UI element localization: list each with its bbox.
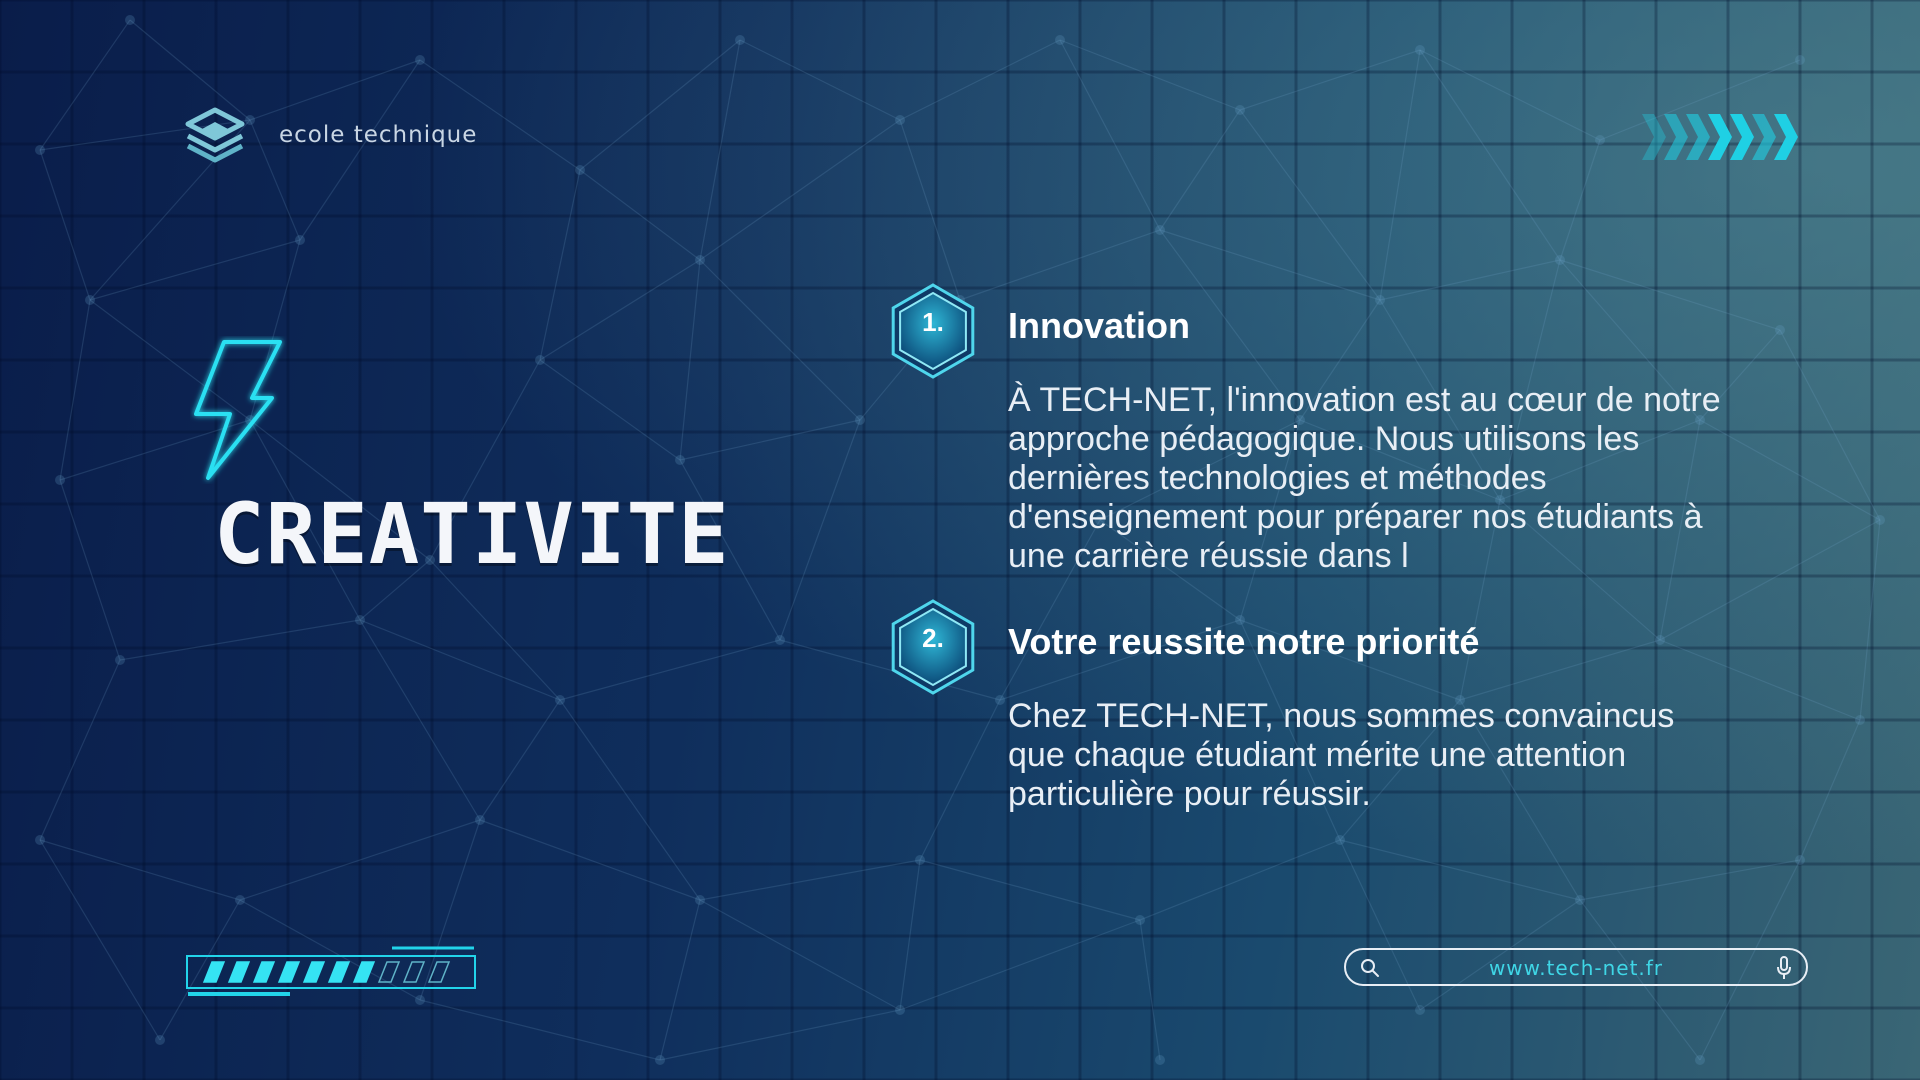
url-text[interactable]: www.tech-net.fr: [1386, 956, 1766, 980]
chevron-icon: [1642, 114, 1666, 160]
slide: ecole technique CREATIVITE 1. Innovation…: [0, 0, 1920, 1080]
item-title-reussite: Votre reussite notre priorité: [1008, 621, 1480, 662]
item-title-innovation: Innovation: [1008, 305, 1190, 346]
progress-segment-filled: [302, 961, 326, 983]
progress-segment-empty: [402, 961, 426, 983]
progress-bar: [186, 946, 476, 996]
logo-icon: [185, 107, 245, 163]
search-icon: [1361, 959, 1379, 977]
progress-segment-filled: [277, 961, 301, 983]
item-number-2: 2.: [922, 623, 944, 653]
item-number-1: 1.: [922, 307, 944, 337]
progress-segment-empty: [377, 961, 401, 983]
progress-segment-filled: [202, 961, 226, 983]
chevron-icon: [1730, 114, 1754, 160]
progress-segment-filled: [327, 961, 351, 983]
progress-segment-filled: [252, 961, 276, 983]
chevron-icon: [1708, 114, 1732, 160]
mic-icon[interactable]: [1776, 956, 1792, 980]
chevron-icon: [1664, 114, 1688, 160]
chevron-icon: [1686, 114, 1710, 160]
chevron-icon: [1774, 114, 1798, 160]
chevron-icon: [1752, 114, 1776, 160]
headline: CREATIVITE: [214, 485, 730, 583]
brand-name: ecole technique: [279, 122, 478, 148]
item-body-reussite: Chez TECH-NET, nous sommes convaincus qu…: [1008, 697, 1675, 813]
progress-segment-filled: [352, 961, 376, 983]
chevrons-decoration: [1642, 114, 1798, 160]
progress-segment-filled: [227, 961, 251, 983]
lightning-bolt-icon: [194, 340, 282, 480]
progress-segment-empty: [427, 961, 451, 983]
item-body-innovation: À TECH-NET, l'innovation est au cœur de …: [1008, 381, 1721, 575]
url-search-bar[interactable]: www.tech-net.fr: [1344, 948, 1808, 986]
